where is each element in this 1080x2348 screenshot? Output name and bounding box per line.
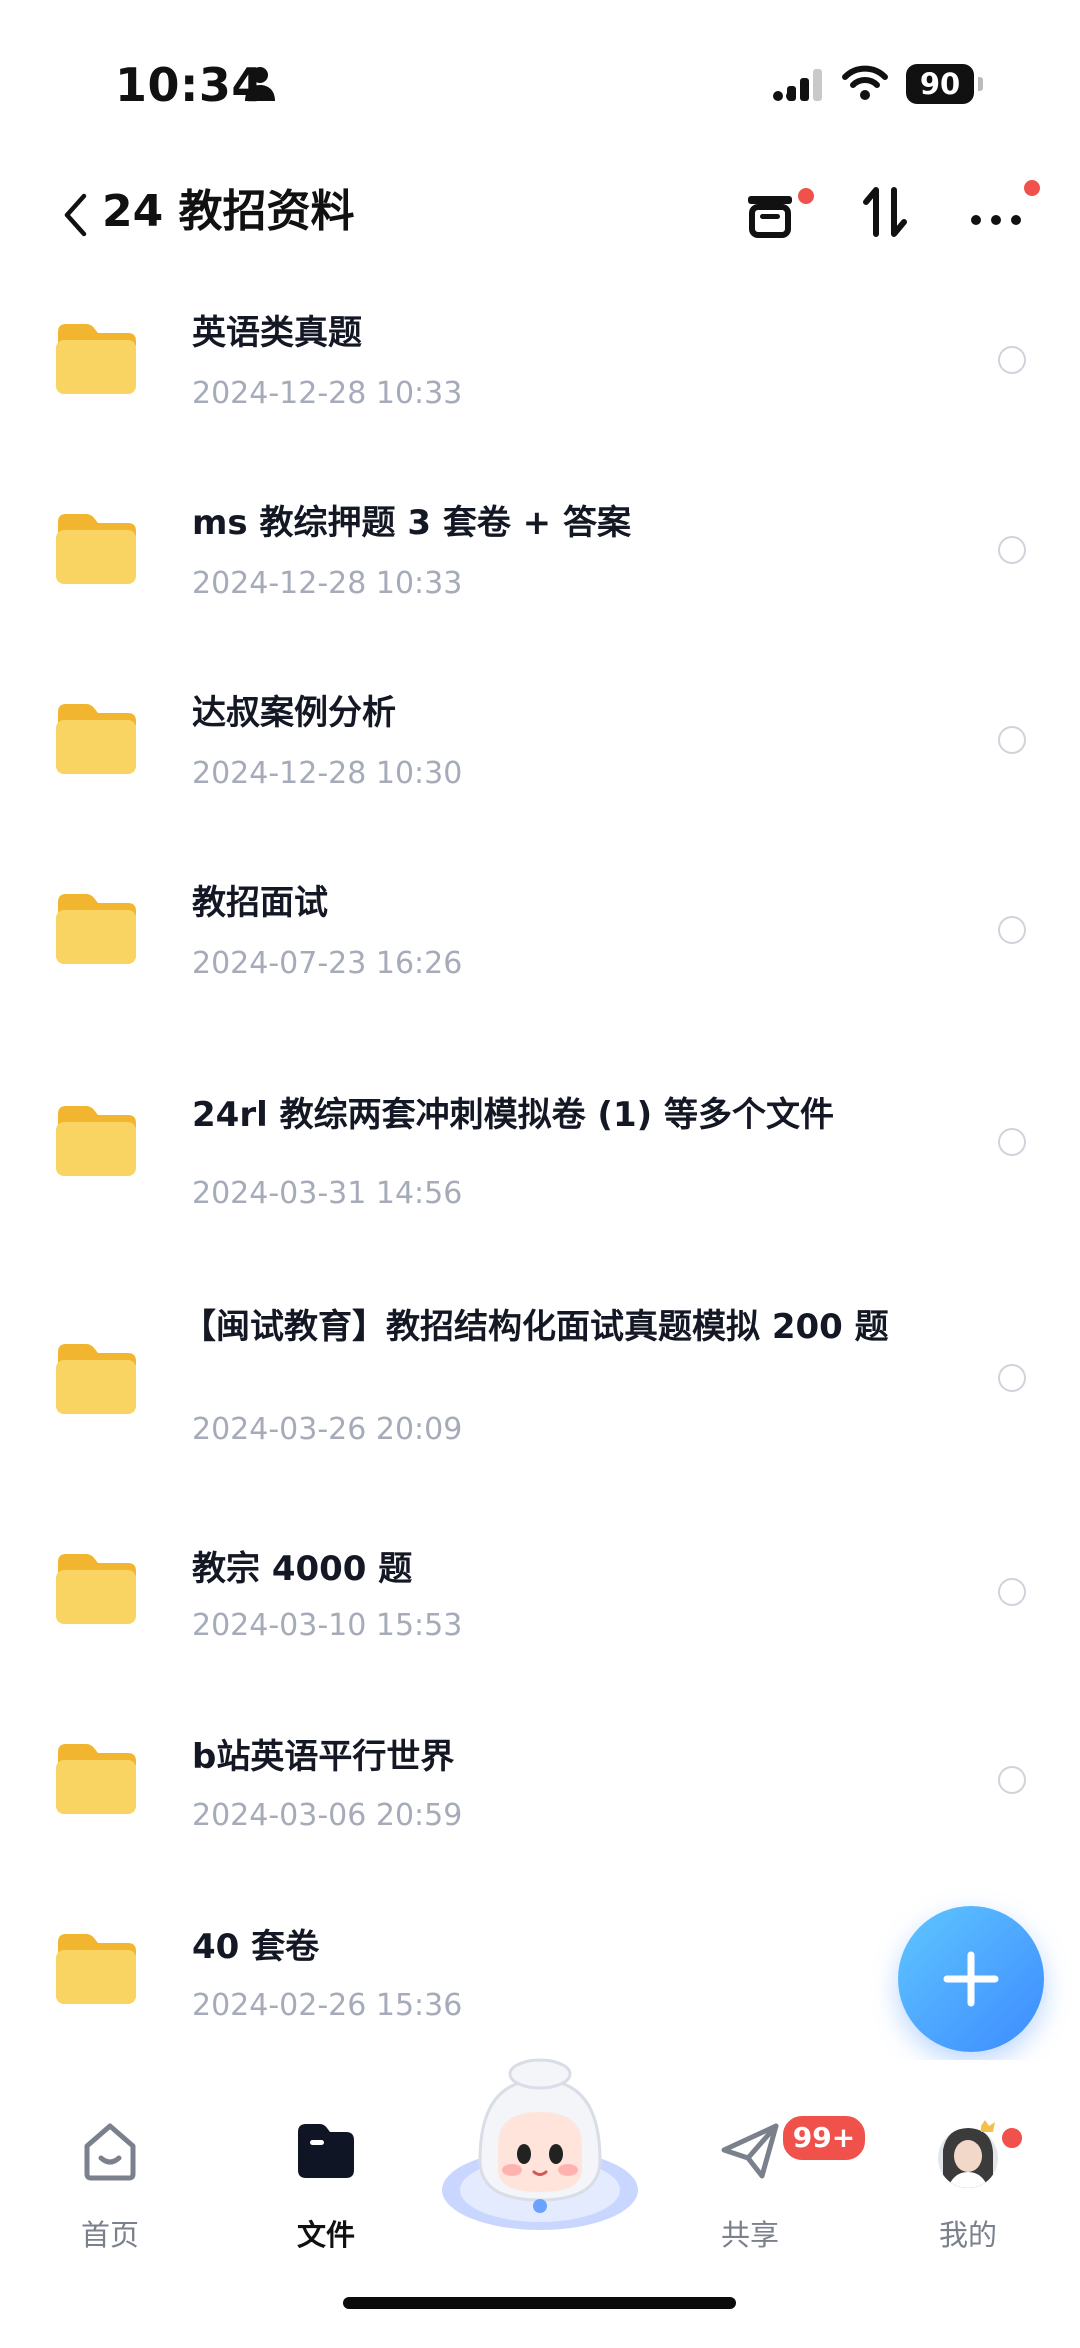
- folder-row[interactable]: b站英语平行世界 2024-03-06 20:59: [0, 1720, 1080, 1860]
- select-circle[interactable]: [998, 1766, 1026, 1794]
- select-circle[interactable]: [998, 1128, 1026, 1156]
- folder-date: 2024-12-28 10:30: [192, 756, 463, 791]
- folder-date: 2024-03-06 20:59: [192, 1798, 463, 1833]
- folder-date: 2024-03-26 20:09: [192, 1412, 463, 1447]
- folder-icon: [56, 514, 136, 584]
- folder-icon: [56, 324, 136, 394]
- tab-mine[interactable]: 我的: [888, 2060, 1048, 2260]
- folder-name: ms 教综押题 3 套卷 + 答案: [192, 503, 631, 543]
- select-circle[interactable]: [998, 346, 1026, 374]
- sort-button[interactable]: [854, 180, 918, 244]
- mascot-icon: [442, 2058, 638, 2230]
- status-time: 10:34: [115, 58, 264, 112]
- share-count-badge: 99+: [780, 2113, 868, 2163]
- wifi-icon: [842, 65, 888, 100]
- select-circle[interactable]: [998, 726, 1026, 754]
- more-button[interactable]: [966, 180, 1040, 244]
- folder-row[interactable]: 达叔案例分析 2024-12-28 10:30: [0, 680, 1080, 820]
- page-title: 24 教招资料: [102, 186, 355, 237]
- battery-indicator: 90: [906, 64, 984, 104]
- folder-name: 【闽试教育】教招结构化面试真题模拟 200 题: [182, 1307, 889, 1347]
- folder-row[interactable]: 24rl 教综两套冲刺模拟卷 (1) 等多个文件 2024-03-31 14:5…: [0, 1080, 1080, 1250]
- folder-icon: [56, 1344, 136, 1414]
- folder-icon: [56, 894, 136, 964]
- archive-icon: [748, 196, 792, 238]
- folder-date: 2024-02-26 15:36: [192, 1988, 463, 2023]
- add-button[interactable]: [898, 1906, 1044, 2052]
- battery-level: 90: [906, 64, 974, 104]
- paper-plane-icon: [721, 2123, 779, 2179]
- tab-mine-label: 我的: [938, 2218, 997, 2252]
- folder-name: b站英语平行世界: [192, 1737, 455, 1777]
- sort-icon: [863, 187, 907, 237]
- folder-icon: [56, 1744, 136, 1814]
- archive-badge-dot: [798, 188, 814, 204]
- folder-row[interactable]: ms 教综押题 3 套卷 + 答案 2024-12-28 10:33: [0, 490, 1080, 630]
- folder-date: 2024-12-28 10:33: [192, 566, 463, 601]
- folder-icon: [56, 1106, 136, 1176]
- more-badge-dot: [1024, 180, 1040, 196]
- tab-home-label: 首页: [80, 2218, 139, 2252]
- plus-icon: [943, 1951, 999, 2007]
- folder-name: 达叔案例分析: [192, 693, 396, 733]
- folder-date: 2024-03-31 14:56: [192, 1176, 463, 1211]
- more-icon: [971, 215, 1021, 225]
- chevron-left-icon[interactable]: [60, 192, 90, 238]
- person-icon: [245, 67, 275, 101]
- folder-icon: [56, 704, 136, 774]
- folder-name: 英语类真题: [192, 313, 362, 353]
- header: 24 教招资料: [0, 170, 1080, 260]
- select-circle[interactable]: [998, 1578, 1026, 1606]
- tab-files-label: 文件: [296, 2218, 355, 2252]
- folder-name: 教宗 4000 题: [192, 1549, 413, 1589]
- folder-name: 24rl 教综两套冲刺模拟卷 (1) 等多个文件: [192, 1095, 834, 1135]
- folder-row[interactable]: 英语类真题 2024-12-28 10:33: [0, 300, 1080, 440]
- folder-name: 40 套卷: [192, 1927, 320, 1967]
- folder-name: 教招面试: [192, 883, 328, 923]
- folder-icon: [56, 1554, 136, 1624]
- select-circle[interactable]: [998, 1364, 1026, 1392]
- assistant-mascot[interactable]: [440, 2058, 640, 2260]
- mine-badge-dot: [1000, 2126, 1024, 2150]
- battery-cap: [978, 77, 983, 91]
- folder-filled-icon: [298, 2124, 354, 2178]
- folder-row[interactable]: 教招面试 2024-07-23 16:26: [0, 870, 1080, 1010]
- folder-icon: [56, 1934, 136, 2004]
- folder-row[interactable]: 教宗 4000 题 2024-03-10 15:53: [0, 1530, 1080, 1670]
- folder-date: 2024-12-28 10:33: [192, 376, 463, 411]
- tab-share-label: 共享: [720, 2218, 779, 2252]
- tab-files[interactable]: 文件: [246, 2060, 406, 2260]
- signal-icon: [773, 69, 822, 101]
- folder-date: 2024-03-10 15:53: [192, 1608, 463, 1643]
- select-circle[interactable]: [998, 536, 1026, 564]
- folder-date: 2024-07-23 16:26: [192, 946, 463, 981]
- home-icon: [84, 2123, 136, 2181]
- tab-home[interactable]: 首页: [30, 2060, 190, 2260]
- folder-row[interactable]: 【闽试教育】教招结构化面试真题模拟 200 题 2024-03-26 20:09: [0, 1300, 1080, 1470]
- status-bar: 10:34 90: [0, 0, 1080, 160]
- archive-button[interactable]: [740, 180, 814, 244]
- avatar: [938, 2120, 998, 2188]
- home-indicator[interactable]: [343, 2297, 736, 2309]
- select-circle[interactable]: [998, 916, 1026, 944]
